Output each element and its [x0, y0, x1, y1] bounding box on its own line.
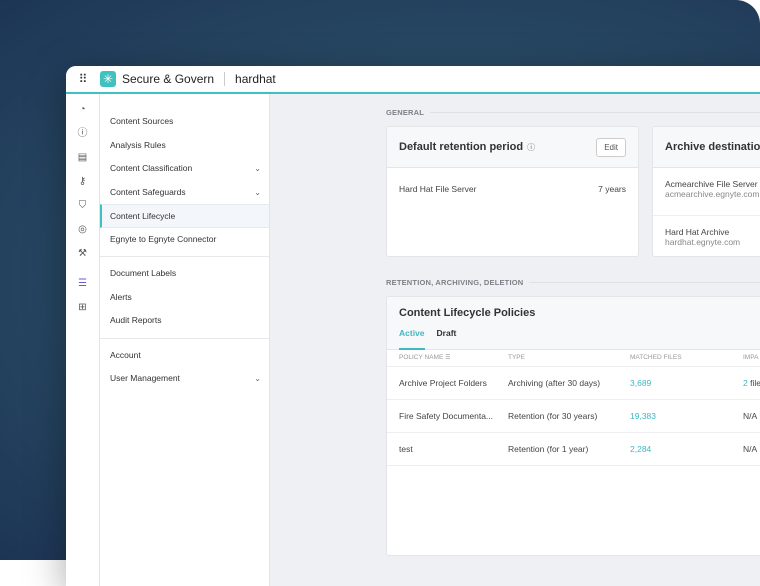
nav-item[interactable]: Account: [100, 344, 269, 368]
card-title: Content Lifecycle Policies: [399, 307, 536, 319]
server-name: Hard Hat File Server: [399, 184, 477, 194]
key-icon[interactable]: ⚷: [66, 170, 99, 194]
nav-item-label: Alerts: [110, 291, 132, 302]
impact: N/A: [731, 432, 760, 466]
policy-name[interactable]: Fire Safety Documenta...: [387, 399, 496, 433]
matched-files-link[interactable]: 19,383: [618, 399, 731, 433]
policy-name[interactable]: Archive Project Folders: [387, 366, 496, 400]
nav-item-label: Analysis Rules: [110, 139, 166, 150]
chevron-down-icon[interactable]: ⌄: [254, 181, 261, 205]
app-window: ⠿ ✳ Secure & Govern hardhat ◔ ⓘ ▤ ⚷ ⛉ ◎ …: [66, 66, 760, 586]
table-row[interactable]: Fire Safety Documenta... Retention (for 3…: [387, 399, 760, 433]
apps-icon[interactable]: ⊞: [66, 296, 99, 320]
column-header-matched-files[interactable]: MATCHED FILES: [618, 350, 731, 367]
policies-card: Content Lifecycle Policies Active Draft P…: [386, 296, 760, 556]
nav-item-label: Content Sources: [110, 116, 174, 126]
alert-icon[interactable]: ⓘ: [66, 122, 99, 146]
sort-icon[interactable]: ☰: [445, 355, 450, 361]
gavel-icon[interactable]: ⚒: [66, 242, 99, 266]
app-title: Secure & Govern: [122, 72, 215, 86]
policy-type: Archiving (after 30 days): [496, 366, 618, 400]
divider: [224, 72, 226, 86]
nav-item[interactable]: Content Sources: [100, 110, 269, 134]
nav-item-label: Content Lifecycle: [110, 211, 176, 221]
settings-nav: Content Sources Analysis Rules Content Cla…: [100, 94, 270, 586]
section-general: GENERAL: [386, 108, 760, 117]
info-icon[interactable]: ⓘ: [527, 142, 535, 153]
impact-value: N/A: [743, 443, 758, 454]
nav-item-label: Content Safeguards: [110, 186, 186, 197]
table-row[interactable]: test Retention (for 1 year) 2,284 N/A: [387, 432, 760, 466]
impact: 2 file: [731, 366, 760, 400]
matched-files-link[interactable]: 2,284: [618, 432, 731, 466]
shield-icon[interactable]: ⛉: [66, 194, 99, 218]
nav-item-label: Egnyte to Egnyte Connector: [110, 233, 217, 244]
retention-period: 7 years: [598, 184, 626, 194]
section-policies-label: RETENTION, ARCHIVING, DELETION: [386, 278, 524, 287]
logo-icon: ✳: [100, 71, 116, 87]
edit-button[interactable]: Edit: [596, 137, 626, 157]
nav-item[interactable]: User Management ⌄: [100, 367, 269, 391]
archive-destination-card: Archive destination Acmearchive File Ser…: [652, 126, 760, 257]
card-title: Archive destination: [665, 141, 760, 153]
nav-item[interactable]: Alerts: [100, 286, 269, 310]
nav-item[interactable]: Analysis Rules: [100, 134, 269, 158]
section-general-label: GENERAL: [386, 108, 425, 117]
archive-host: acmearchive.egnyte.com: [665, 189, 760, 199]
chevron-down-icon[interactable]: ⌄: [254, 367, 261, 391]
settings-sliders-icon[interactable]: ☰: [66, 272, 99, 296]
top-bar: ⠿ ✳ Secure & Govern hardhat: [66, 66, 760, 94]
nav-divider: [100, 337, 269, 339]
nav-item-label: Audit Reports: [110, 315, 162, 325]
nav-item[interactable]: Document Labels: [100, 262, 269, 286]
nav-divider: [100, 256, 269, 257]
nav-item-label: Content Classification: [110, 163, 193, 173]
impact-value: 2: [743, 377, 748, 388]
nav-item-label: Document Labels: [110, 268, 177, 278]
icon-rail: ◔ ⓘ ▤ ⚷ ⛉ ◎ ⚒ ☰ ⊞: [66, 94, 100, 586]
archive-item[interactable]: Acmearchive File Server acmearchive.egnyt…: [653, 168, 760, 216]
document-icon[interactable]: ▤: [66, 146, 99, 170]
main-content: GENERAL Default retention period ⓘ Edit H…: [270, 94, 760, 586]
nav-item[interactable]: Egnyte to Egnyte Connector: [100, 228, 269, 252]
card-title: Default retention period: [399, 141, 524, 153]
app-grid-icon[interactable]: ⠿: [66, 72, 100, 86]
section-policies: RETENTION, ARCHIVING, DELETION: [386, 278, 760, 287]
archive-name: Acmearchive File Server: [665, 179, 758, 189]
org-name: hardhat: [235, 72, 276, 86]
policies-table: POLICY NAME ☰ TYPE MATCHED FILES IMPA Ar…: [387, 350, 760, 466]
dashboard-icon[interactable]: ◔: [66, 98, 99, 122]
policy-type: Retention (for 30 years): [496, 399, 618, 433]
nav-item[interactable]: Content Safeguards ⌄: [100, 181, 269, 205]
nav-item[interactable]: Audit Reports: [100, 309, 269, 333]
target-icon[interactable]: ◎: [66, 218, 99, 242]
impact: N/A: [731, 399, 760, 433]
impact-value: N/A: [743, 410, 758, 421]
column-header-impact[interactable]: IMPA: [731, 350, 760, 367]
nav-item[interactable]: Content Classification ⌄: [100, 157, 269, 181]
archive-name: Hard Hat Archive: [665, 227, 730, 237]
nav-item-label: Account: [110, 349, 141, 360]
impact-suffix: file: [750, 377, 760, 388]
table-row[interactable]: Archive Project Folders Archiving (after …: [387, 366, 760, 400]
column-label: POLICY NAME: [399, 354, 444, 362]
tab-active[interactable]: Active: [399, 328, 425, 350]
matched-files-link[interactable]: 3,689: [618, 366, 731, 400]
nav-item[interactable]: Content Lifecycle: [100, 204, 269, 228]
default-retention-card: Default retention period ⓘ Edit Hard Hat …: [386, 126, 639, 257]
tab-draft[interactable]: Draft: [437, 328, 457, 350]
nav-item-label: User Management: [110, 373, 180, 383]
archive-item[interactable]: Hard Hat Archive hardhat.egnyte.com: [653, 216, 760, 247]
chevron-down-icon[interactable]: ⌄: [254, 157, 261, 181]
policy-name[interactable]: test: [387, 432, 496, 466]
archive-host: hardhat.egnyte.com: [665, 237, 741, 247]
policy-type: Retention (for 1 year): [496, 432, 618, 466]
column-header-type[interactable]: TYPE: [496, 350, 618, 367]
column-header-policy-name[interactable]: POLICY NAME ☰: [387, 350, 496, 367]
